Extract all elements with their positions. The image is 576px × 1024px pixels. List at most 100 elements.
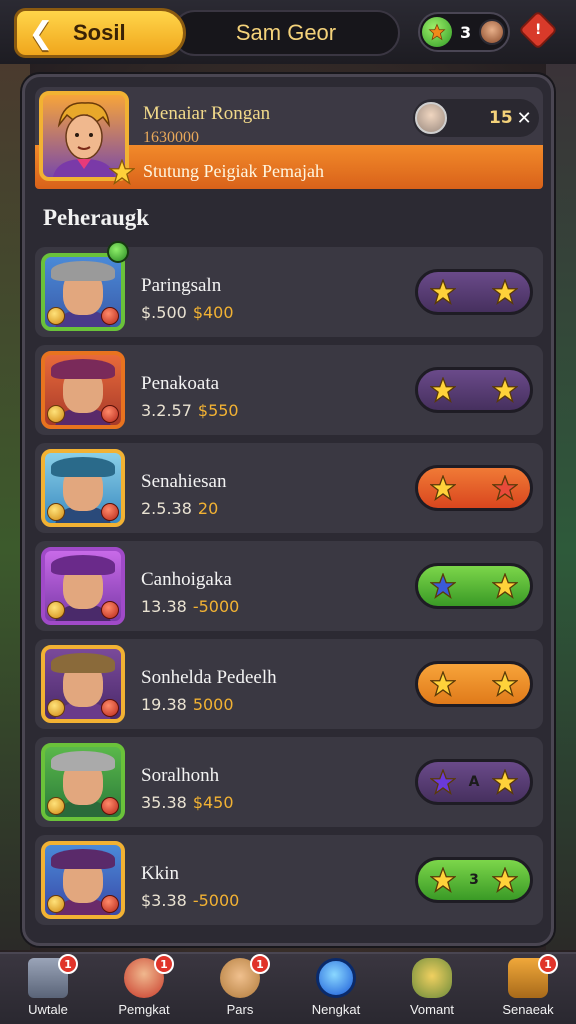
character-list: Paringsaln $.500 $400 Penakoata 3.2.57 $550 Se… — [35, 241, 543, 933]
header-banner-text: Stutung Peigiak Pemajah — [143, 161, 324, 181]
nav-item-5[interactable]: Vomant — [384, 954, 480, 1024]
character-row[interactable]: Penakoata 3.2.57 $550 — [35, 345, 543, 435]
star-left-icon — [430, 867, 456, 893]
character-row[interactable]: Canhoigaka 13.38 -5000 — [35, 541, 543, 631]
back-button[interactable]: ❮ Sosil — [14, 8, 186, 58]
star-left-icon — [430, 475, 456, 501]
star-right-icon — [492, 671, 518, 697]
character-stat-a: 3.2.57 — [141, 401, 192, 420]
header-card: Menaiar Rongan 1630000 Stutung Peigiak P… — [35, 87, 543, 197]
level-avatar — [415, 102, 447, 134]
player-name: Sam Geor — [235, 20, 337, 45]
character-stat-b: $400 — [192, 303, 234, 322]
character-portrait — [41, 449, 125, 527]
bottom-nav: 1 Uwtale 1 Pemgkat 1 Pars Nengkat Vomant 1 Senaea… — [0, 952, 576, 1024]
character-portrait — [41, 547, 125, 625]
portrait-hat — [51, 261, 115, 281]
portrait-badge-right — [101, 601, 119, 619]
trophy-icon — [412, 958, 452, 998]
portrait-badge-left — [47, 405, 65, 423]
header-subtitle: 1630000 — [143, 129, 199, 146]
portrait-badge-right — [101, 405, 119, 423]
character-portrait — [41, 743, 125, 821]
select-button[interactable] — [415, 661, 533, 707]
character-stats: 3.2.57 $550 — [141, 401, 239, 420]
portrait-hat — [51, 457, 115, 477]
nav-item-3[interactable]: 1 Pars — [192, 954, 288, 1024]
nav-label: Vomant — [409, 1002, 455, 1017]
header-title: Menaiar Rongan — [143, 103, 271, 124]
character-stat-b: 20 — [197, 499, 219, 518]
select-button[interactable] — [415, 465, 533, 511]
nav-item-1[interactable]: 1 Uwtale — [0, 954, 96, 1024]
character-stat-a: 13.38 — [141, 597, 187, 616]
character-portrait — [41, 253, 125, 331]
top-bar: Sam Geor ❮ Sosil 3 ! — [0, 0, 576, 64]
nav-item-4[interactable]: Nengkat — [288, 954, 384, 1024]
character-stat-b: -5000 — [192, 597, 240, 616]
character-name: Senahiesan — [141, 471, 227, 492]
character-row[interactable]: Senahiesan 2.5.38 20 — [35, 443, 543, 533]
section-title: Peheraugk — [43, 205, 150, 230]
gem-icon — [422, 17, 452, 47]
nav-label: Uwtale — [28, 1002, 68, 1017]
star-right-icon — [492, 573, 518, 599]
star-left-icon — [430, 377, 456, 403]
portrait-hat — [51, 751, 115, 771]
notification-badge: 1 — [154, 954, 174, 974]
character-stat-b: -5000 — [192, 891, 240, 910]
character-name: Paringsaln — [141, 275, 222, 296]
character-row[interactable]: Paringsaln $.500 $400 — [35, 241, 543, 337]
currency-pill[interactable]: 3 — [418, 12, 510, 52]
portrait-badge-left — [47, 699, 65, 717]
portrait-badge-left — [47, 797, 65, 815]
back-arrow-icon: ❮ — [28, 15, 54, 51]
select-button[interactable]: A — [415, 759, 533, 805]
portrait-hat — [51, 359, 115, 379]
character-stats: 19.38 5000 — [141, 695, 234, 714]
portrait-badge-right — [101, 797, 119, 815]
character-row[interactable]: Soralhonh 35.38 $450 A — [35, 737, 543, 827]
character-stat-a: $3.38 — [141, 891, 187, 910]
character-stats: $.500 $400 — [141, 303, 234, 322]
star-right-icon — [492, 377, 518, 403]
select-button[interactable]: 3 — [415, 857, 533, 903]
character-name: Sonhelda Pedeelh — [141, 667, 277, 688]
star-right-icon — [492, 475, 518, 501]
nav-item-2[interactable]: 1 Pemgkat — [96, 954, 192, 1024]
alert-button[interactable]: ! — [518, 10, 558, 50]
corner-gem-icon — [107, 241, 129, 263]
character-portrait — [41, 645, 125, 723]
star-left-icon — [430, 279, 456, 305]
portrait-badge-right — [101, 307, 119, 325]
portrait-hat — [51, 849, 115, 869]
character-stats: $3.38 -5000 — [141, 891, 239, 910]
back-button-label: Sosil — [73, 20, 126, 45]
portrait-badge-left — [47, 895, 65, 913]
nav-label: Pars — [226, 1002, 254, 1017]
portrait-badge-right — [101, 503, 119, 521]
nav-item-6[interactable]: 1 Senaeak — [480, 954, 576, 1024]
select-button[interactable] — [415, 367, 533, 413]
character-stat-b: $550 — [197, 401, 239, 420]
character-stats: 2.5.38 20 — [141, 499, 218, 518]
close-icon[interactable]: ✕ — [517, 108, 532, 129]
profile-avatar[interactable] — [479, 19, 506, 45]
character-stat-b: 5000 — [192, 695, 234, 714]
alert-icon: ! — [534, 21, 542, 38]
select-button[interactable] — [415, 563, 533, 609]
character-stat-a: 2.5.38 — [141, 499, 192, 518]
portrait-badge-left — [47, 307, 65, 325]
character-name: Penakoata — [141, 373, 220, 394]
character-portrait — [41, 841, 125, 919]
portrait-hat — [51, 653, 115, 673]
currency-value: 3 — [460, 22, 472, 42]
select-button[interactable] — [415, 269, 533, 315]
star-right-icon — [492, 769, 518, 795]
character-row[interactable]: Kkin $3.38 -5000 3 — [35, 835, 543, 925]
portrait-badge-right — [101, 699, 119, 717]
character-row[interactable]: Sonhelda Pedeelh 19.38 5000 — [35, 639, 543, 729]
level-value: 15 — [489, 108, 513, 128]
notification-badge: 1 — [250, 954, 270, 974]
portrait-badge-right — [101, 895, 119, 913]
